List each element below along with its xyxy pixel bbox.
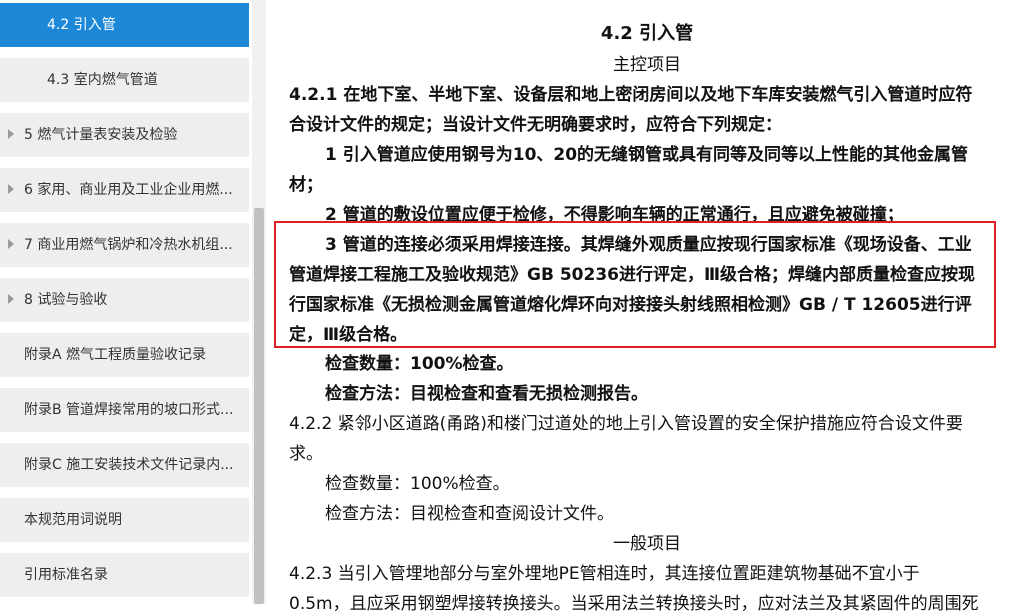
item-3-line-2: 管道焊接工程施工及验收规范》GB 50236进行评定，Ⅲ级合格；焊缝内部质量检查… xyxy=(289,265,976,285)
general-items-heading: 一般项目 xyxy=(613,534,681,554)
inspection-quantity-2: 检查数量：100%检查。 xyxy=(325,474,510,494)
nav-item-label: 6 家用、商业用及工业企业用燃... xyxy=(24,182,233,198)
item-2-line: 2 管道的敷设位置应便于检修，不得影响车辆的正常通行，且应避免被碰撞； xyxy=(325,205,904,225)
clause-4-2-3-line-2: 0.5m，且应采用钢塑焊接转换接头。当采用法兰转换接头时，应对法兰及其紧固件的周… xyxy=(289,594,979,614)
nav-item-label: 7 商业用燃气锅炉和冷热水机组... xyxy=(24,237,233,253)
main-items-heading: 主控项目 xyxy=(613,55,681,75)
nav-item-chapter-6[interactable]: 6 家用、商业用及工业企业用燃... xyxy=(0,168,249,212)
caret-right-icon[interactable] xyxy=(8,184,14,194)
nav-item-label: 附录B 管道焊接常用的坡口形式... xyxy=(24,402,234,418)
nav-item-label: 附录A 燃气工程质量验收记录 xyxy=(24,347,207,363)
nav-item-appendix-c[interactable]: 附录C 施工安装技术文件记录内... xyxy=(0,443,249,487)
item-1-line-1: 1 引入管道应使用钢号为10、20的无缝钢管或具有同等及同等以上性能的其他金属管 xyxy=(325,145,969,165)
sidebar-nav: 4.2 引入管 4.3 室内燃气管道 5 燃气计量表安装及检验 6 家用、商业用… xyxy=(0,0,252,604)
item-3-line-4: 定，Ⅲ级合格。 xyxy=(289,325,408,345)
item-1-line-2: 材； xyxy=(289,175,323,195)
nav-item-chapter-5[interactable]: 5 燃气计量表安装及检验 xyxy=(0,113,249,157)
caret-right-icon[interactable] xyxy=(8,129,14,139)
nav-item-appendix-b[interactable]: 附录B 管道焊接常用的坡口形式... xyxy=(0,388,249,432)
inspection-method: 检查方法：目视检查和查看无损检测报告。 xyxy=(325,384,648,404)
clause-4-2-2-line-2: 求。 xyxy=(289,444,323,464)
item-3-line-3: 行国家标准《无损检测金属管道熔化焊环向对接接头射线照相检测》GB / T 126… xyxy=(289,295,972,315)
clause-4-2-1-line-1: 4.2.1 在地下室、半地下室、设备层和地上密闭房间以及地下车库安装燃气引入管道… xyxy=(289,85,973,105)
inspection-method-2: 检查方法：目视检查和查阅设计文件。 xyxy=(325,504,614,524)
nav-item-label: 引用标准名录 xyxy=(24,567,108,583)
nav-item-label: 8 试验与验收 xyxy=(24,292,108,308)
nav-item-label: 附录C 施工安装技术文件记录内... xyxy=(24,457,234,473)
inspection-quantity: 检查数量：100%检查。 xyxy=(325,354,514,374)
clause-4-2-2-line-1: 4.2.2 紧邻小区道路(甬路)和楼门过道处的地上引入管设置的安全保护措施应符合… xyxy=(289,414,963,434)
nav-item-label: 本规范用词说明 xyxy=(24,512,122,528)
nav-item-4-3[interactable]: 4.3 室内燃气管道 xyxy=(0,58,249,102)
nav-item-label: 5 燃气计量表安装及检验 xyxy=(24,127,178,143)
nav-item-label: 4.3 室内燃气管道 xyxy=(47,72,158,88)
clause-4-2-1-line-2: 合设计文件的规定；当设计文件无明确要求时，应符合下列规定： xyxy=(289,115,782,135)
nav-item-4-2[interactable]: 4.2 引入管 xyxy=(0,3,249,47)
nav-item-appendix-a[interactable]: 附录A 燃气工程质量验收记录 xyxy=(0,333,249,377)
nav-item-chapter-7[interactable]: 7 商业用燃气锅炉和冷热水机组... xyxy=(0,223,249,267)
clause-4-2-3-line-1: 4.2.3 当引入管埋地部分与室外埋地PE管相连时，其连接位置距建筑物基础不宜小… xyxy=(289,564,920,584)
nav-item-wording-notes[interactable]: 本规范用词说明 xyxy=(0,498,249,542)
caret-right-icon[interactable] xyxy=(8,239,14,249)
document-content: 4.2 引入管 主控项目 4.2.1 在地下室、半地下室、设备层和地上密闭房间以… xyxy=(289,0,1005,614)
nav-item-chapter-8[interactable]: 8 试验与验收 xyxy=(0,278,249,322)
nav-item-cited-standards[interactable]: 引用标准名录 xyxy=(0,553,249,597)
sidebar-scrollbar-thumb[interactable] xyxy=(254,208,264,604)
item-3-line-1: 3 管道的连接必须采用焊接连接。其焊缝外观质量应按现行国家标准《现场设备、工业 xyxy=(325,235,972,255)
section-title: 4.2 引入管 xyxy=(600,23,694,44)
nav-item-label: 4.2 引入管 xyxy=(47,17,116,33)
caret-right-icon[interactable] xyxy=(8,294,14,304)
